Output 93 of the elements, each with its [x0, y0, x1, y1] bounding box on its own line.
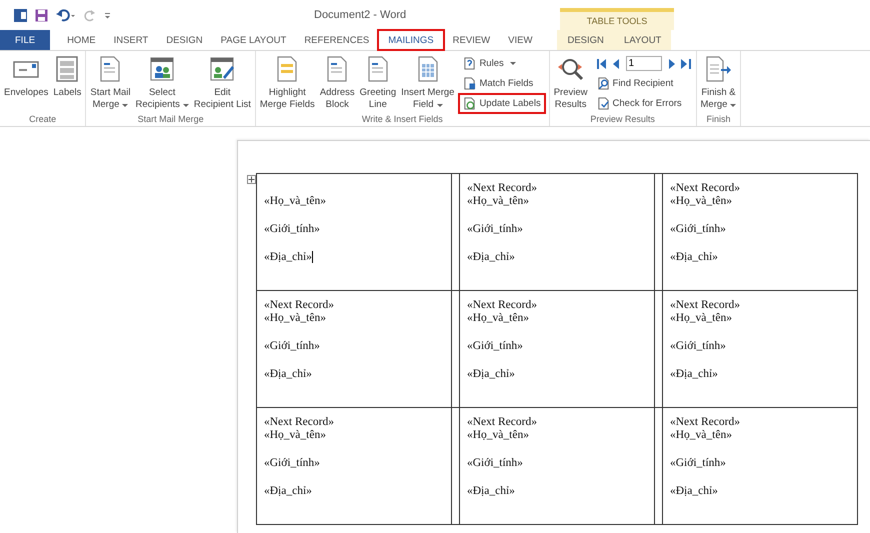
- merge-field: «Next Record»: [264, 416, 443, 429]
- merge-field: «Họ_và_tên»: [670, 429, 732, 441]
- ribbon-button[interactable]: Insert Merge Field: [399, 55, 456, 111]
- customize-icon[interactable]: [104, 11, 111, 19]
- search-icon: [596, 77, 610, 90]
- merge-field: «Địa_chỉ»: [264, 485, 312, 497]
- file-tab[interactable]: FILE: [0, 30, 50, 50]
- merge-field: «Giới_tính»: [670, 340, 726, 352]
- table-move-handle-icon[interactable]: [247, 175, 256, 184]
- merge-field: «Địa_chỉ»: [264, 368, 312, 380]
- contextual-tab-header: TABLE TOOLS: [560, 8, 674, 30]
- ribbon-tab[interactable]: REVIEW: [444, 30, 500, 50]
- ribbon-button[interactable]: Start Mail Merge: [88, 55, 132, 111]
- group-label: Start Mail Merge: [138, 114, 204, 126]
- merge-field: «Giới_tính»: [467, 340, 523, 352]
- ribbon-tab[interactable]: VIEW: [499, 30, 542, 50]
- merge-field: «Địa_chỉ»: [264, 251, 312, 263]
- match-icon: [463, 77, 476, 90]
- check-document-icon: [596, 97, 610, 110]
- ribbon-button[interactable]: Highlight Merge Fields: [258, 55, 317, 111]
- next-record-icon[interactable]: [668, 58, 675, 68]
- ribbon-button[interactable]: Find Recipient: [594, 75, 691, 92]
- merge-field: «Họ_và_tên»: [467, 429, 529, 441]
- caret-icon: [182, 104, 189, 106]
- last-record-icon[interactable]: [680, 58, 691, 68]
- merge-field: «Giới_tính»: [264, 457, 320, 469]
- merge-field: «Next Record»: [670, 416, 849, 429]
- ribbon-tab[interactable]: REFERENCES: [295, 30, 378, 50]
- ribbon-button[interactable]: Envelopes: [2, 55, 50, 99]
- merge-field: «Giới_tính»: [670, 223, 726, 235]
- document-arrow-icon: [704, 55, 732, 83]
- caret-icon: [436, 104, 443, 106]
- merge-field: «Họ_và_tên»: [670, 312, 732, 324]
- merge-field: «Họ_và_tên»: [670, 195, 732, 207]
- ribbon-tab[interactable]: DESIGN: [558, 30, 613, 50]
- merge-field: «Địa_chỉ»: [670, 251, 718, 263]
- previous-record-icon[interactable]: [612, 58, 620, 68]
- merge-field: «Địa_chỉ»: [467, 485, 515, 497]
- refresh-icon: [463, 97, 476, 110]
- ribbon-button[interactable]: Select Recipients: [134, 55, 191, 111]
- merge-field: «Họ_và_tên»: [264, 429, 326, 441]
- group-label: Write & Insert Fields: [362, 114, 443, 126]
- merge-field: «Giới_tính»: [467, 457, 523, 469]
- merge-field: «Next Record»: [670, 299, 849, 312]
- ribbon-button[interactable]: Rules: [460, 55, 544, 72]
- save-icon[interactable]: [35, 8, 48, 22]
- caret-icon: [730, 104, 736, 106]
- group-label: Create: [29, 114, 56, 126]
- merge-field: «Họ_và_tên»: [467, 195, 529, 207]
- caret-icon: [122, 104, 128, 106]
- ribbon-tab[interactable]: PAGE LAYOUT: [212, 30, 296, 50]
- ribbon-tab[interactable]: MAILINGS: [378, 30, 444, 50]
- ribbon-button[interactable]: Address Block: [318, 55, 357, 111]
- document-question-icon: [463, 57, 476, 70]
- text-cursor: [312, 251, 313, 264]
- ribbon-button[interactable]: Preview Results: [552, 55, 590, 111]
- merge-field: «Họ_và_tên»: [467, 312, 529, 324]
- merge-field: «Next Record»: [670, 182, 849, 195]
- ribbon-button[interactable]: Match Fields: [460, 75, 544, 92]
- people-icon: [148, 55, 176, 83]
- merge-field: «Giới_tính»: [670, 457, 726, 469]
- merge-field: «Next Record»: [467, 299, 646, 312]
- ribbon-button[interactable]: Greeting Line: [358, 55, 398, 111]
- undo-icon[interactable]: [56, 8, 76, 22]
- merge-field: «Họ_và_tên»: [264, 195, 326, 207]
- ribbon-tab[interactable]: LAYOUT: [615, 30, 670, 50]
- merge-field: «Địa_chỉ»: [467, 368, 515, 380]
- ribbon-button[interactable]: Check for Errors: [594, 95, 691, 112]
- group-label: Preview Results: [590, 114, 655, 126]
- merge-field: «Họ_và_tên»: [264, 312, 326, 324]
- word-logo-icon: [14, 8, 27, 22]
- ribbon-tab[interactable]: DESIGN: [157, 30, 212, 50]
- merge-field: «Giới_tính»: [467, 223, 523, 235]
- ribbon-button[interactable]: Edit Recipient List: [192, 55, 253, 111]
- group-label: Finish: [706, 114, 730, 126]
- list-pencil-icon: [208, 55, 236, 83]
- ribbon-tab[interactable]: HOME: [58, 30, 105, 50]
- ribbon-button[interactable]: Update Labels: [460, 95, 544, 112]
- ribbon-button[interactable]: Finish & Merge: [698, 55, 738, 111]
- first-record-icon[interactable]: [596, 58, 607, 68]
- ribbon-button[interactable]: Labels: [51, 55, 84, 99]
- caret-icon: [510, 62, 516, 65]
- window-title: Document2 - Word: [314, 9, 406, 21]
- merge-field: «Địa_chỉ»: [670, 485, 718, 497]
- ribbon-tab[interactable]: INSERT: [104, 30, 158, 50]
- merge-field: «Next Record»: [264, 299, 443, 312]
- merge-field: «Next Record»: [467, 416, 646, 429]
- merge-field: «Địa_chỉ»: [670, 368, 718, 380]
- merge-field: «Giới_tính»: [264, 223, 320, 235]
- merge-field: «Địa_chỉ»: [467, 251, 515, 263]
- merge-field: «Next Record»: [467, 182, 646, 195]
- merge-field: «Giới_tính»: [264, 340, 320, 352]
- record-number-field[interactable]: 1: [626, 56, 662, 71]
